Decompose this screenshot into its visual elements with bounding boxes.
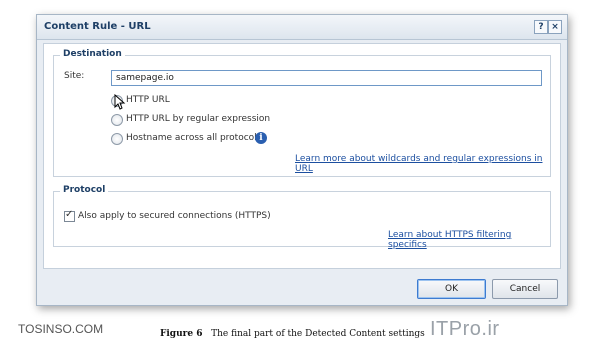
site-input[interactable] bbox=[111, 70, 542, 86]
figure-caption: Figure 6 The final part of the Detected … bbox=[160, 329, 425, 339]
content-rule-dialog: Content Rule - URL ? × Destination Site:… bbox=[36, 14, 568, 306]
https-checkbox-label[interactable]: Also apply to secured connections (HTTPS… bbox=[78, 211, 271, 221]
site-label: Site: bbox=[64, 71, 85, 81]
dialog-body: Destination Site: HTTP URL HTTP URL by r… bbox=[43, 43, 561, 269]
regex-radio[interactable] bbox=[111, 114, 123, 126]
protocol-group: Protocol Also apply to secured connectio… bbox=[53, 185, 551, 250]
protocol-legend: Protocol bbox=[60, 185, 109, 195]
http-url-label[interactable]: HTTP URL bbox=[126, 95, 170, 105]
info-icon[interactable]: i bbox=[255, 132, 267, 144]
figure-number: Figure 6 bbox=[160, 329, 203, 339]
wildcards-help-link[interactable]: Learn more about wildcards and regular e… bbox=[295, 154, 550, 174]
dialog-titlebar[interactable]: Content Rule - URL ? × bbox=[37, 15, 567, 40]
help-icon[interactable]: ? bbox=[534, 20, 548, 34]
watermark-left: TOSINSO.COM bbox=[18, 322, 104, 336]
https-help-link[interactable]: Learn about HTTPS filtering specifics bbox=[388, 230, 550, 250]
ok-button[interactable]: OK bbox=[417, 279, 486, 299]
destination-group: Destination Site: HTTP URL HTTP URL by r… bbox=[53, 49, 551, 177]
figure-text: The final part of the Detected Content s… bbox=[211, 329, 425, 339]
mouse-cursor-icon bbox=[114, 94, 126, 110]
cancel-button[interactable]: Cancel bbox=[492, 279, 558, 299]
regex-label[interactable]: HTTP URL by regular expression bbox=[126, 114, 270, 124]
hostname-label[interactable]: Hostname across all protocols bbox=[126, 133, 261, 143]
hostname-radio[interactable] bbox=[111, 133, 123, 145]
close-icon[interactable]: × bbox=[548, 20, 562, 34]
https-checkbox[interactable] bbox=[64, 209, 75, 222]
destination-legend: Destination bbox=[60, 49, 125, 59]
watermark-right: ITPro.ir bbox=[430, 318, 500, 340]
dialog-title: Content Rule - URL bbox=[44, 21, 151, 32]
